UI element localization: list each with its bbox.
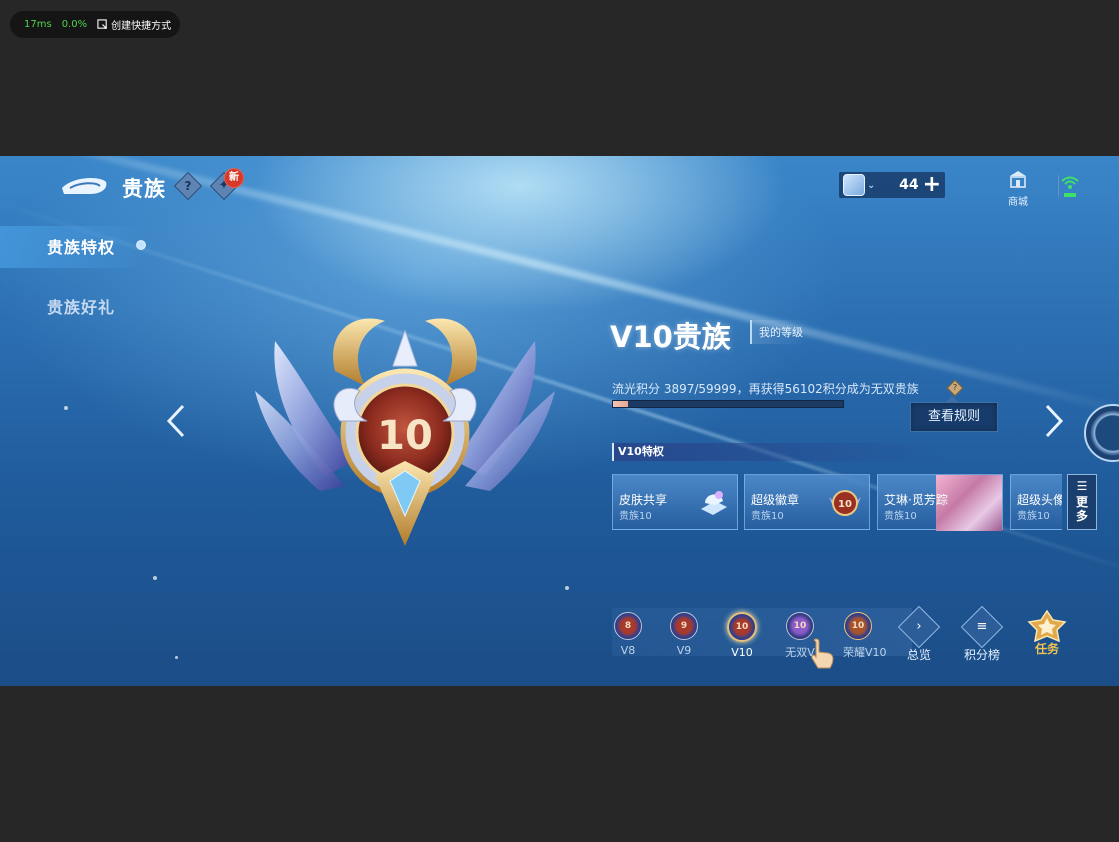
level-badge-icon: 8 bbox=[614, 612, 642, 640]
sparkle bbox=[64, 406, 68, 410]
privileges-header: V10特权 bbox=[612, 443, 942, 461]
privilege-sub: 贵族10 bbox=[884, 511, 917, 522]
level-label: V8 bbox=[620, 644, 636, 657]
game-viewport: 贵族 ? ✦ 新 ⌄ 44 + 商城 贵族特权 贵族好礼 10 V10贵族 我的… bbox=[0, 156, 1119, 686]
points-progress-fill bbox=[613, 401, 628, 407]
signal-icon bbox=[1058, 175, 1079, 197]
more-label: 更多 bbox=[1076, 495, 1089, 523]
back-icon[interactable] bbox=[60, 174, 108, 196]
chevron-down-icon: ⌄ bbox=[867, 179, 876, 191]
noble-emblem: 10 bbox=[255, 318, 555, 546]
overview-label: 总览 bbox=[906, 648, 931, 662]
sparkle bbox=[565, 586, 569, 590]
privilege-card-skin[interactable]: 艾琳·觅芳踪 贵族10 bbox=[877, 474, 1003, 531]
privilege-name: 艾琳·觅芳踪 bbox=[884, 493, 948, 507]
ping-text: 17ms bbox=[24, 19, 52, 30]
new-badge: 新 bbox=[224, 168, 244, 188]
currency-value: 44 bbox=[899, 177, 919, 193]
leaderboard-button[interactable]: ≡ 积分榜 bbox=[958, 605, 1006, 663]
help-icon: ? bbox=[952, 383, 958, 392]
level-v10[interactable]: 10 V10 bbox=[727, 612, 757, 659]
my-level-tag: 我的等级 bbox=[750, 320, 811, 344]
level-v8[interactable]: 8 V8 bbox=[613, 612, 643, 657]
overview-icon: › bbox=[897, 605, 941, 649]
page-title: 贵族 bbox=[122, 177, 166, 201]
overview-button[interactable]: › 总览 bbox=[895, 605, 943, 663]
shortcut-icon bbox=[97, 19, 107, 29]
level-glory-v10[interactable]: 10 荣耀V10 bbox=[843, 612, 887, 660]
loss-text: 0.0% bbox=[61, 19, 88, 30]
privilege-card-super-badge[interactable]: 超级徽章 贵族10 10 bbox=[744, 474, 870, 530]
badge-number: 10 bbox=[838, 499, 852, 510]
level-badge-icon: 9 bbox=[670, 612, 698, 640]
leaderboard-label: 积分榜 bbox=[963, 648, 1000, 662]
privilege-sub: 贵族10 bbox=[751, 511, 784, 522]
shop-icon bbox=[1010, 171, 1026, 188]
menu-item-privileges[interactable]: 贵族特权 bbox=[47, 234, 115, 258]
more-privileges-button[interactable]: ☰ 更多 bbox=[1067, 474, 1097, 530]
pointer-hand-icon bbox=[811, 638, 834, 669]
add-currency-button[interactable]: + bbox=[923, 174, 941, 196]
super-badge-icon: 10 bbox=[829, 490, 861, 516]
level-label: 荣耀V10 bbox=[843, 646, 887, 659]
shop-label: 商城 bbox=[1008, 197, 1028, 208]
privilege-sub: 贵族10 bbox=[619, 511, 652, 522]
tasks-label: 任务 bbox=[1034, 642, 1059, 656]
side-panel-toggle[interactable] bbox=[1084, 404, 1119, 462]
privilege-cards: 皮肤共享 贵族10 超级徽章 贵族10 10 艾琳·觅芳踪 贵族10 超级头像 bbox=[612, 474, 1062, 532]
level-label: V9 bbox=[676, 644, 692, 657]
level-badge-icon: 10 bbox=[844, 612, 872, 640]
tasks-icon bbox=[1027, 610, 1067, 642]
shop-button[interactable]: 商城 bbox=[1002, 169, 1034, 208]
points-text: 流光积分 3897/59999，再获得56102积分成为无双贵族 bbox=[612, 382, 919, 396]
currency-display[interactable]: ⌄ 44 + bbox=[839, 172, 945, 198]
shortcut-label: 创建快捷方式 bbox=[111, 21, 172, 32]
level-v9[interactable]: 9 V9 bbox=[669, 612, 699, 657]
list-icon: ☰ bbox=[1076, 479, 1088, 493]
leaderboard-icon: ≡ bbox=[960, 605, 1004, 649]
level-title: V10贵族 bbox=[610, 320, 731, 354]
privilege-name: 超级徽章 bbox=[751, 493, 800, 507]
performance-overlay: 17ms 0.0% 创建快捷方式 bbox=[10, 11, 180, 38]
points-help-button[interactable]: ? bbox=[946, 379, 964, 397]
next-level-arrow-icon[interactable] bbox=[1043, 404, 1065, 438]
tasks-button[interactable]: 任务 bbox=[1023, 610, 1071, 657]
help-icon: ? bbox=[184, 179, 192, 193]
sparkle bbox=[153, 576, 157, 580]
menu-item-gifts[interactable]: 贵族好礼 bbox=[47, 294, 115, 318]
create-shortcut-button[interactable]: 创建快捷方式 bbox=[97, 17, 171, 32]
privilege-card-super-avatar[interactable]: 超级头像 贵族10 bbox=[1010, 474, 1062, 530]
sparkle bbox=[175, 656, 178, 659]
points-progress-bar bbox=[612, 400, 844, 408]
crystal-icon bbox=[843, 174, 865, 196]
level-label: V10 bbox=[731, 646, 753, 659]
view-rules-button[interactable]: 查看规则 bbox=[910, 402, 998, 432]
privilege-card-skin-share[interactable]: 皮肤共享 贵族10 bbox=[612, 474, 738, 530]
level-badge-icon: 10 bbox=[786, 612, 814, 640]
active-indicator-icon bbox=[136, 240, 146, 250]
skin-share-icon bbox=[701, 491, 727, 515]
prev-level-arrow-icon[interactable] bbox=[165, 404, 187, 438]
privilege-name: 超级头像 bbox=[1017, 493, 1062, 507]
emblem-level-number: 10 bbox=[377, 413, 433, 459]
privilege-sub: 贵族10 bbox=[1017, 511, 1050, 522]
level-badge-icon: 10 bbox=[727, 612, 757, 642]
privilege-name: 皮肤共享 bbox=[619, 493, 668, 507]
